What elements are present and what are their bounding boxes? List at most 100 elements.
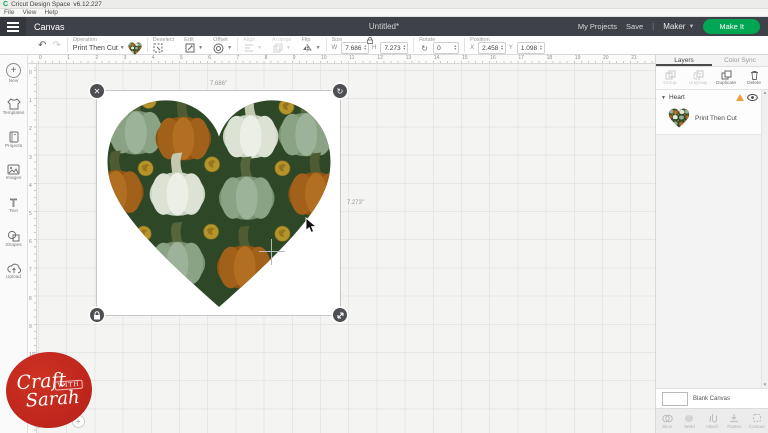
edit-group: Edit ▼ — [179, 36, 208, 54]
pos-x-stepper[interactable]: ▲▼ — [500, 45, 503, 51]
plus-icon: + — [6, 63, 21, 78]
selection-height-readout: 7.273" — [347, 200, 364, 206]
design-canvas[interactable]: 0123456789101112131415161718192021 01234… — [28, 55, 655, 433]
hamburger-menu-icon[interactable] — [0, 17, 26, 36]
machine-selector[interactable]: Maker ▼ — [663, 22, 694, 31]
weld-icon — [684, 414, 695, 423]
sidebar-item-upload[interactable]: Upload — [0, 255, 28, 288]
width-label: W — [332, 45, 338, 51]
sidebar-item-shapes[interactable]: Shapes — [0, 222, 28, 255]
layer-thumbnail — [668, 108, 690, 128]
layer-item-label: Print Then Cut — [695, 115, 737, 122]
delete-handle[interactable]: ✕ — [90, 84, 104, 98]
arrange-group: Arrange ▼ — [267, 36, 297, 54]
h-ruler: 0123456789101112131415161718192021 — [28, 55, 655, 64]
warning-icon[interactable] — [736, 94, 744, 101]
group-button[interactable]: Group — [656, 67, 684, 89]
save-link[interactable]: Save — [626, 22, 643, 31]
flip-icon[interactable] — [302, 43, 313, 54]
width-input[interactable]: 7.686 ▲▼ — [341, 42, 369, 54]
cricut-logo-icon: C — [3, 1, 8, 8]
menu-view[interactable]: View — [22, 9, 36, 16]
contour-button[interactable]: Contour — [746, 409, 768, 433]
height-stepper[interactable]: ▲▼ — [403, 45, 406, 51]
tshirt-icon — [7, 98, 21, 110]
flatten-icon — [729, 413, 739, 423]
os-titlebar: C Cricut Design Space v6.12.227 — [0, 0, 768, 9]
offset-icon[interactable] — [213, 43, 224, 54]
delete-button[interactable]: Delete — [740, 67, 768, 89]
tab-layers[interactable]: Layers — [656, 55, 712, 66]
ungroup-button[interactable]: Ungroup — [684, 67, 712, 89]
make-it-button[interactable]: Make It — [703, 19, 760, 34]
offset-group: Offset ▼ — [208, 36, 237, 54]
sidebar-item-new[interactable]: + New — [0, 57, 28, 90]
collapse-arrow-icon[interactable]: ▼ — [661, 95, 666, 101]
redo-icon[interactable]: ↷ — [52, 40, 60, 51]
header-divider: | — [652, 22, 654, 31]
offset-caret-icon: ▼ — [227, 45, 232, 51]
shapes-icon — [7, 230, 20, 242]
pattern-swatch[interactable] — [128, 42, 142, 55]
lock-ratio-icon[interactable] — [366, 37, 373, 46]
tab-color-sync[interactable]: Color Sync — [712, 55, 768, 66]
selection-bounding-box[interactable]: 7.686" 7.273" ✕ ↻ — [96, 90, 341, 316]
combine-toolbar: Slice Weld Attach Flatten Contour — [656, 408, 768, 433]
menu-help[interactable]: Help — [44, 9, 57, 16]
rotate-input[interactable]: 0 ▲▼ — [433, 42, 459, 54]
scroll-up-icon[interactable]: ▲ — [763, 90, 767, 96]
canvas-color-swatch[interactable] — [662, 392, 688, 406]
duplicate-icon — [721, 70, 732, 80]
pos-y-label: Y — [509, 45, 513, 51]
canvas-label: Canvas — [34, 22, 65, 32]
layers-panel: Layers Color Sync Group Ungroup Duplicat… — [655, 55, 768, 433]
height-input[interactable]: 7.273 ▲▼ — [380, 42, 408, 54]
layers-scrollbar[interactable]: ▲ ▼ — [761, 90, 768, 388]
operation-dropdown[interactable]: Print Then Cut▼ — [73, 45, 125, 52]
lock-handle[interactable] — [90, 308, 104, 322]
chevron-down-icon: ▼ — [688, 24, 694, 30]
scroll-down-icon[interactable]: ▼ — [763, 382, 767, 388]
layer-item-print-then-cut[interactable]: Print Then Cut — [656, 105, 768, 134]
group-icon — [665, 70, 676, 80]
position-group: Position X 2.458 ▲▼ Y 1.098 ▲▼ — [465, 36, 550, 54]
sidebar-item-images[interactable]: Images — [0, 156, 28, 189]
undo-icon[interactable]: ↶ — [38, 40, 46, 51]
layer-group[interactable]: ▼ Heart Print Then Cut — [656, 90, 768, 135]
menu-file[interactable]: File — [4, 9, 14, 16]
layer-list: ▼ Heart Print Then Cut ▲ ▼ — [656, 90, 768, 388]
deselect-icon[interactable] — [153, 43, 164, 54]
sidebar-item-text[interactable]: T Text — [0, 189, 28, 222]
pos-x-input[interactable]: 2.458 ▲▼ — [478, 42, 506, 54]
document-title[interactable]: Untitled* — [369, 22, 399, 31]
ungroup-icon — [693, 70, 704, 80]
heart-pattern-shape[interactable] — [100, 93, 338, 313]
trash-icon — [750, 70, 759, 80]
duplicate-button[interactable]: Duplicate — [712, 67, 740, 89]
arrange-icon[interactable] — [272, 43, 283, 54]
rotate-stepper[interactable]: ▲▼ — [454, 45, 457, 51]
operation-group: Operation Print Then Cut▼ — [68, 36, 147, 54]
edit-icon[interactable] — [184, 43, 195, 54]
logo-line3: Sarah — [25, 389, 80, 409]
my-projects-link[interactable]: My Projects — [578, 22, 617, 31]
align-icon[interactable] — [243, 43, 254, 54]
attach-button[interactable]: Attach — [701, 409, 723, 433]
visibility-eye-icon[interactable] — [747, 94, 758, 101]
sidebar-item-templates[interactable]: Templates — [0, 90, 28, 123]
app-window: C Cricut Design Space v6.12.227 File Vie… — [0, 0, 768, 433]
slice-button[interactable]: Slice — [656, 409, 678, 433]
lock-icon — [93, 311, 101, 320]
blank-canvas-label: Blank Canvas — [693, 396, 730, 402]
pos-y-stepper[interactable]: ▲▼ — [539, 45, 542, 51]
pos-y-input[interactable]: 1.098 ▲▼ — [517, 42, 545, 54]
resize-arrows-icon — [336, 311, 345, 320]
flatten-button[interactable]: Flatten — [723, 409, 745, 433]
rotate-handle[interactable]: ↻ — [333, 84, 347, 98]
flip-caret-icon: ▼ — [316, 45, 321, 51]
resize-handle[interactable] — [333, 308, 347, 322]
arrange-caret-icon: ▼ — [286, 45, 291, 51]
rotate-icon[interactable]: ↻ — [419, 43, 430, 54]
weld-button[interactable]: Weld — [678, 409, 700, 433]
sidebar-item-projects[interactable]: Projects — [0, 123, 28, 156]
